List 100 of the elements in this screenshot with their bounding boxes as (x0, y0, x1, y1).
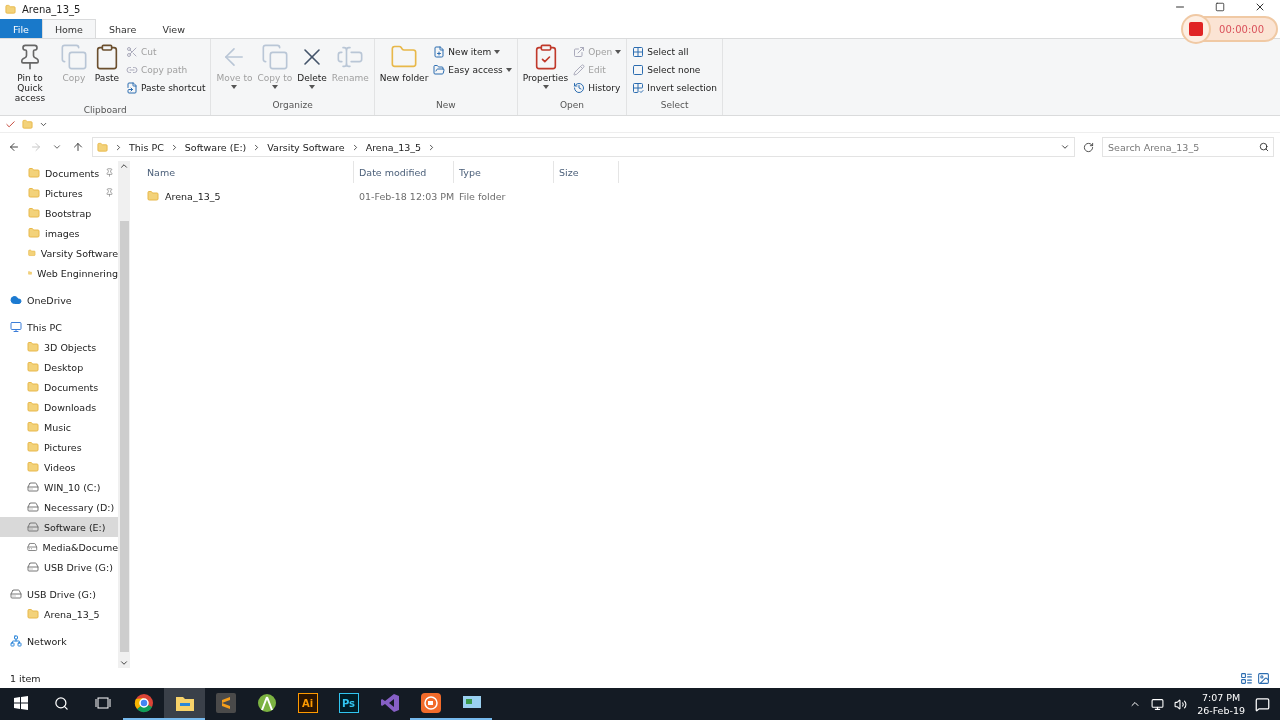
nav-item[interactable]: Downloads (0, 397, 118, 417)
address-bar[interactable]: This PC Software (E:) Varsity Software Arena_13_5 (92, 137, 1075, 157)
ribbon-button[interactable]: Select all (630, 43, 720, 60)
stop-button[interactable] (1181, 14, 1212, 44)
breadcrumb[interactable]: Varsity Software (267, 141, 345, 153)
scroll-up-icon[interactable] (119, 161, 129, 171)
stop-icon (1189, 22, 1204, 36)
nav-item[interactable]: Music (0, 417, 118, 437)
search-field[interactable]: Search Arena_13_5 (1102, 137, 1274, 157)
search-icon (1259, 142, 1269, 152)
scroll-down-icon[interactable] (119, 658, 129, 668)
ribbon-button[interactable]: New folder (377, 41, 431, 100)
ribbon-button[interactable]: History (571, 79, 624, 96)
monitor-icon (461, 695, 482, 711)
nav-item[interactable]: USB Drive (G:) (0, 584, 118, 604)
nav-item[interactable]: images (0, 223, 118, 243)
notification-icon[interactable] (1255, 696, 1270, 712)
folder-icon (28, 187, 40, 199)
task-view-icon (94, 696, 111, 710)
check-icon[interactable] (5, 118, 16, 130)
ribbon-button[interactable]: Paste (91, 41, 123, 105)
clock[interactable]: 7:07 PM 26-Feb-19 (1197, 691, 1245, 717)
ribbon-button[interactable]: New item (431, 43, 514, 60)
taskbar-app[interactable]: Ai (287, 688, 328, 720)
search-icon (54, 695, 69, 711)
maximize-icon (1215, 2, 1225, 12)
close-icon (1254, 1, 1266, 13)
volume-icon[interactable] (1174, 697, 1188, 711)
folder-icon (28, 207, 40, 219)
nav-item[interactable]: Media&Docume (0, 537, 118, 557)
ribbon-tab[interactable]: View (149, 19, 198, 38)
refresh-icon (1083, 141, 1094, 153)
nav-item[interactable]: WIN_10 (C:) (0, 477, 118, 497)
visual-studio-icon (379, 693, 400, 713)
folder-icon (28, 227, 40, 239)
chevron-icon[interactable] (114, 142, 123, 152)
folder-icon (27, 441, 39, 453)
ribbon-button[interactable]: Delete (295, 41, 329, 100)
breadcrumb[interactable]: Arena_13_5 (365, 141, 422, 153)
nav-item[interactable]: Bootstrap (0, 203, 118, 223)
ribbon-button[interactable]: Invert selection (630, 79, 720, 96)
scrollbar-thumb[interactable] (119, 221, 129, 652)
pencil-icon (573, 63, 586, 76)
taskbar-app[interactable] (164, 688, 205, 720)
ribbon-button[interactable]: Easy access (431, 61, 514, 78)
folder-icon (27, 341, 39, 353)
caret-icon (271, 85, 278, 89)
breadcrumb[interactable]: This PC (129, 141, 164, 153)
type-cell-text: File folder (458, 190, 507, 202)
nav-item[interactable]: Necessary (D:) (0, 497, 118, 517)
nav-item[interactable]: 3D Objects (0, 337, 118, 357)
group-label: Organize (271, 100, 314, 112)
nav-item[interactable]: Arena_13_5 (0, 604, 118, 624)
chrome-icon (133, 693, 154, 713)
ribbon-button[interactable]: Pin to Quick access (3, 41, 57, 105)
column-header[interactable]: Type (454, 161, 554, 183)
recorder-icon (420, 693, 441, 713)
column-header[interactable]: Name (142, 161, 354, 183)
nav-item[interactable]: Software (E:) (0, 517, 118, 537)
drive-icon (27, 561, 39, 573)
ribbon-button[interactable]: Select none (630, 61, 720, 78)
ribbon-tab[interactable]: Share (95, 19, 150, 38)
nav-item[interactable]: OneDrive (0, 290, 118, 310)
file-name[interactable]: Arena_13_5 (142, 190, 354, 202)
refresh-button[interactable] (1081, 141, 1096, 153)
column-header[interactable]: Date modified (354, 161, 454, 183)
file-tab[interactable]: File (0, 19, 42, 38)
breadcrumb[interactable]: Software (E:) (184, 141, 247, 153)
sublime-icon (215, 693, 236, 713)
thumbnail-view-icon[interactable] (1257, 671, 1270, 685)
computer-icon (10, 321, 22, 333)
nav-item[interactable]: Desktop (0, 357, 118, 377)
nav-item[interactable]: Varsity Software (0, 243, 118, 263)
back-icon (8, 141, 20, 153)
folder-icon (28, 247, 36, 259)
nav-item[interactable]: Videos (0, 457, 118, 477)
nav-item[interactable]: Web Enginnering (0, 263, 118, 283)
folder-icon (97, 141, 108, 153)
forward-icon (30, 141, 42, 153)
nav-item[interactable]: This PC (0, 317, 118, 337)
nav-item[interactable]: Pictures (0, 437, 118, 457)
ribbon-tab[interactable]: Home (41, 19, 96, 38)
ribbon-button[interactable]: Paste shortcut (124, 79, 208, 96)
recording-time: 00:00:00 (1219, 23, 1264, 35)
drive-icon (27, 521, 39, 533)
folder-icon (27, 461, 39, 473)
nav-item[interactable]: Network (0, 631, 118, 651)
folder-icon (147, 190, 159, 202)
nav-item[interactable]: Documents (0, 377, 118, 397)
dropdown-icon[interactable] (1060, 142, 1070, 152)
nav-item[interactable]: Pictures (0, 183, 118, 203)
nav-item[interactable]: Documents (0, 163, 118, 183)
folder-icon (27, 608, 39, 620)
taskbar-app[interactable]: Ps (328, 688, 369, 720)
group-label: Open (559, 100, 586, 112)
column-header[interactable]: Size (554, 161, 619, 183)
network-icon[interactable] (1151, 697, 1165, 711)
details-view-icon[interactable] (1240, 671, 1253, 685)
ribbon-button[interactable]: Properties (520, 41, 571, 100)
nav-item[interactable]: USB Drive (G:) (0, 557, 118, 577)
